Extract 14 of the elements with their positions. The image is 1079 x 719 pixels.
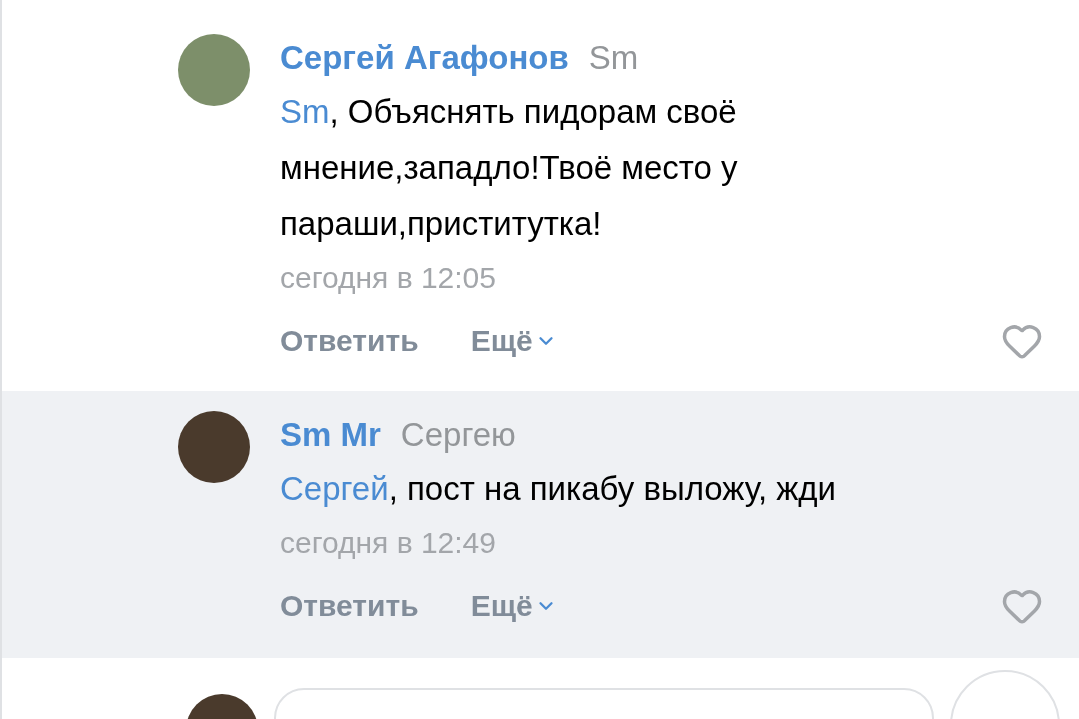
author-name[interactable]: Сергей Агафонов [280, 34, 569, 82]
more-button[interactable]: Ещё [470, 318, 557, 363]
reply-to-name: Sm [588, 38, 639, 78]
comment-text: Sm, Объяснять пидорам своё мнение,западло!Твоё место у параши,приститутка! [280, 92, 739, 244]
comment-time: сегодня в 12:49 [280, 525, 497, 561]
more-button[interactable]: Ещё [470, 583, 557, 628]
reply-to-name: Сергею [400, 415, 516, 455]
author-name[interactable]: Sm Mr [280, 411, 381, 459]
reply-button[interactable]: Ответить [280, 318, 419, 363]
mention-link[interactable]: Sm [280, 93, 330, 130]
comment-text: Сергей, пост на пикабу выложу, жди [280, 469, 837, 509]
comment-time: сегодня в 12:05 [280, 260, 497, 296]
mention-link[interactable]: Сергей [280, 470, 389, 507]
reply-button[interactable]: Ответить [280, 583, 419, 628]
